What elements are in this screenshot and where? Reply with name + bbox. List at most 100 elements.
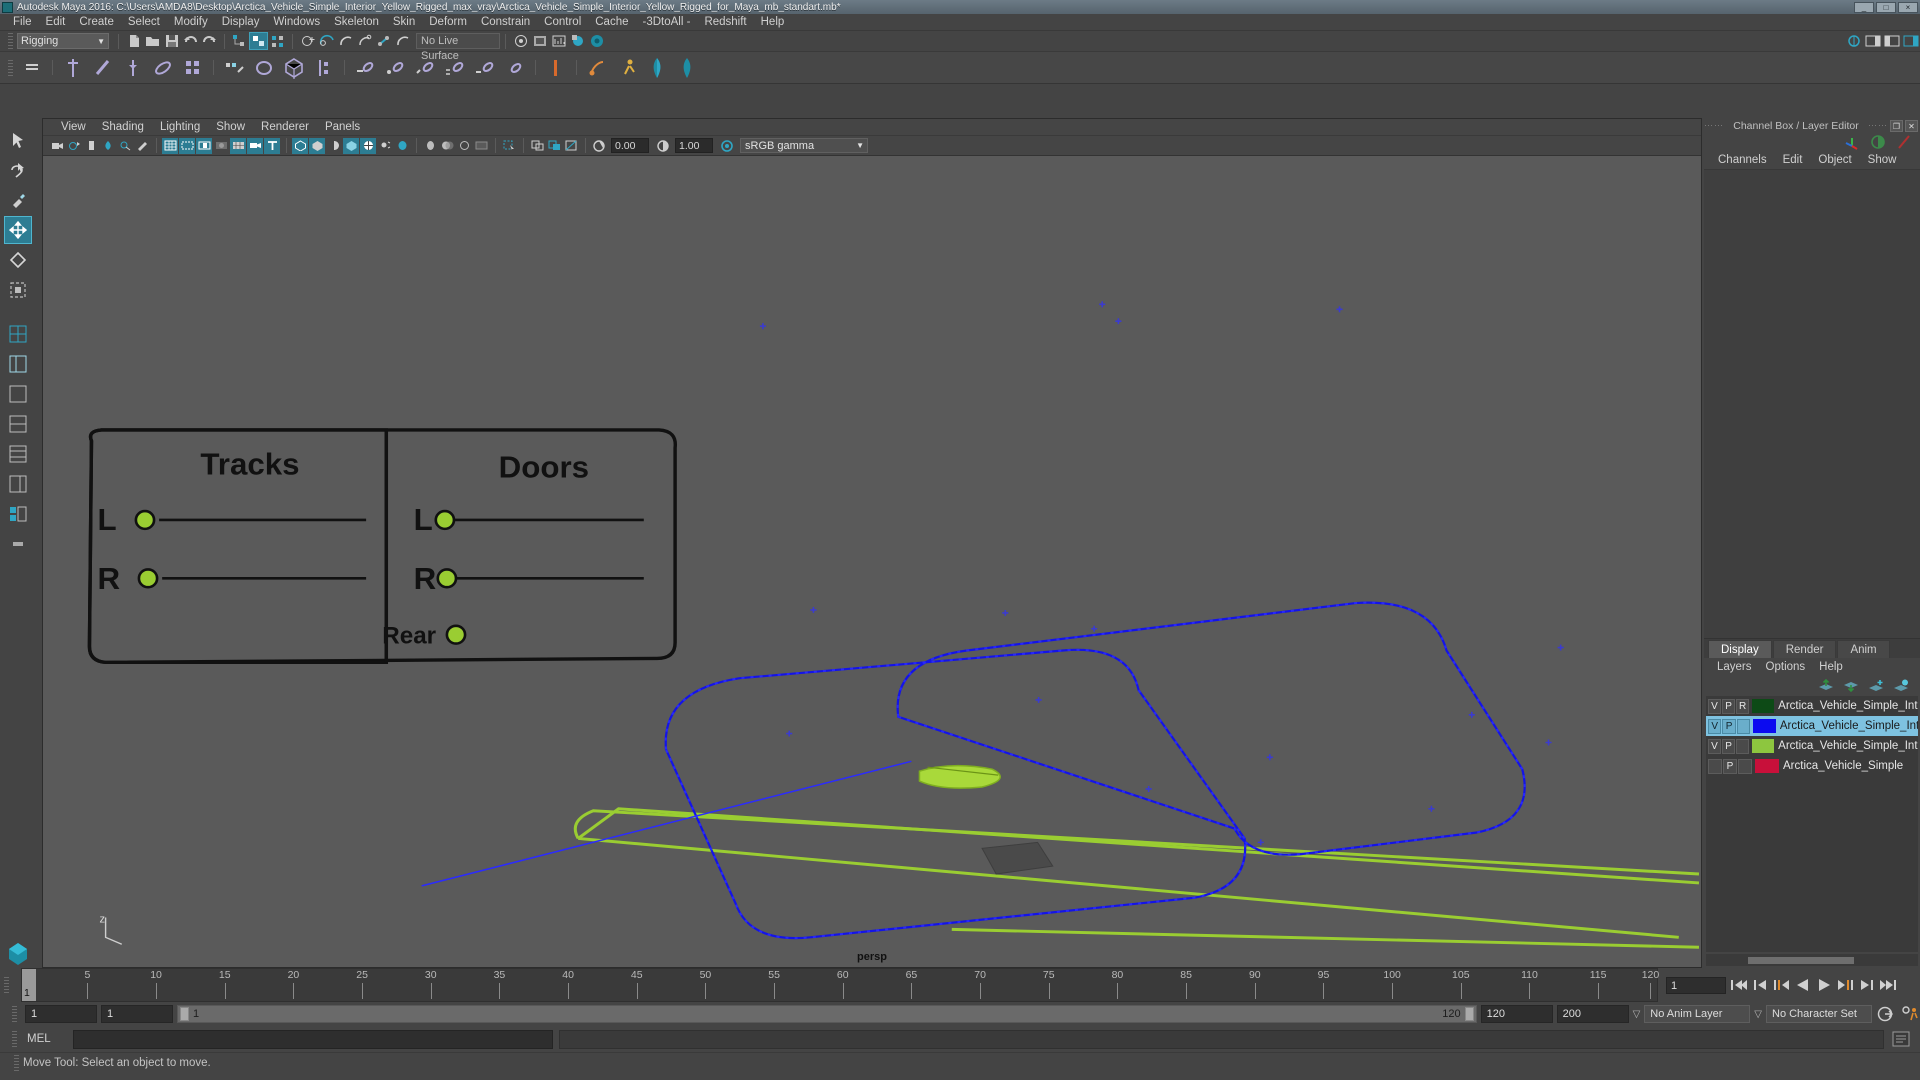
menu-select[interactable]: Select	[121, 14, 167, 31]
layer-color-swatch[interactable]	[1752, 699, 1775, 713]
table-row[interactable]: V P R Arctica_Vehicle_Simple_Interi	[1706, 696, 1918, 716]
table-row[interactable]: P Arctica_Vehicle_Simple	[1706, 756, 1918, 776]
snap-to-point-icon[interactable]	[336, 32, 355, 50]
channel-menu-channels[interactable]: Channels	[1710, 154, 1775, 166]
blend-shape-icon[interactable]	[249, 54, 279, 82]
current-frame-field[interactable]: 1	[1666, 976, 1726, 994]
red-slash-icon[interactable]	[1896, 134, 1912, 150]
more-layouts-button[interactable]	[4, 530, 32, 558]
exposure-field[interactable]: 0.00	[611, 138, 649, 153]
four-view-layout-button[interactable]	[4, 320, 32, 348]
layer-color-swatch[interactable]	[1755, 759, 1779, 773]
new-layer-from-selection-icon[interactable]	[1893, 679, 1910, 693]
layer-display-type-toggle[interactable]	[1738, 758, 1752, 774]
maya-muscle-alt-icon[interactable]	[672, 54, 702, 82]
play-forwards-icon[interactable]	[1816, 978, 1832, 992]
menu-cache[interactable]: Cache	[588, 14, 635, 31]
layer-visibility-toggle[interactable]: V	[1708, 718, 1722, 734]
range-start-handle[interactable]	[180, 1007, 189, 1021]
hypershade-layout-button[interactable]	[4, 440, 32, 468]
textured-icon[interactable]	[360, 137, 376, 154]
layer-visibility-toggle[interactable]: V	[1708, 698, 1722, 714]
menu-create[interactable]: Create	[72, 14, 121, 31]
layer-playback-toggle[interactable]: P	[1722, 718, 1736, 734]
anim-layer-dropdown[interactable]: No Anim Layer	[1644, 1005, 1751, 1023]
layer-menu-help[interactable]: Help	[1812, 661, 1850, 673]
menu-skin[interactable]: Skin	[386, 14, 422, 31]
single-persp-layout-button[interactable]	[4, 380, 32, 408]
scale-tool[interactable]	[4, 276, 32, 304]
bookmark-icon[interactable]	[83, 138, 99, 154]
text-overlay-icon[interactable]	[264, 137, 280, 154]
render-sphere-icon[interactable]	[587, 32, 606, 50]
screen-space-ao-icon[interactable]	[422, 138, 438, 154]
gamma-field[interactable]: 1.00	[675, 138, 713, 153]
snap-to-grid-icon[interactable]	[298, 32, 317, 50]
layer-visibility-toggle[interactable]	[1708, 758, 1722, 774]
layer-color-swatch[interactable]	[1753, 719, 1776, 733]
wireframe-shading-icon[interactable]	[292, 137, 308, 154]
layer-playback-toggle[interactable]: P	[1722, 738, 1736, 754]
scrollbar-thumb[interactable]	[1748, 956, 1855, 964]
next-key-icon[interactable]	[1837, 978, 1854, 992]
close-button[interactable]: ×	[1898, 1, 1918, 13]
command-input-field[interactable]	[73, 1029, 553, 1049]
move-layer-up-icon[interactable]	[1818, 679, 1835, 693]
table-row[interactable]: V P Arctica_Vehicle_Simple_Inte	[1706, 716, 1918, 736]
menu-skeleton[interactable]: Skeleton	[327, 14, 386, 31]
playback-end-time-field[interactable]: 120	[1480, 1005, 1553, 1023]
mirror-joint-icon[interactable]	[118, 54, 148, 82]
shelf-grip[interactable]	[8, 59, 13, 76]
layer-visibility-toggle[interactable]: V	[1708, 738, 1722, 754]
viewport-menu-lighting[interactable]: Lighting	[152, 119, 208, 136]
viewport-3d-canvas[interactable]: Tracks Doors L R L R Rear z persp	[43, 156, 1701, 967]
layer-menu-options[interactable]: Options	[1759, 661, 1813, 673]
two-d-pan-zoom-icon[interactable]	[117, 138, 133, 154]
animation-start-time-field[interactable]: 1	[25, 1005, 97, 1023]
resolution-gate-icon[interactable]	[196, 137, 212, 154]
create-joint-icon[interactable]	[58, 54, 88, 82]
xray-joints-icon[interactable]	[546, 138, 562, 154]
gamma-icon[interactable]	[655, 138, 671, 154]
exposure-grid-icon[interactable]	[230, 137, 246, 154]
panel-grip-dots[interactable]: ⋯⋯	[1704, 120, 1724, 131]
new-scene-icon[interactable]	[124, 32, 143, 50]
menu-edit[interactable]: Edit	[39, 14, 73, 31]
menu-help[interactable]: Help	[754, 14, 792, 31]
select-camera-icon[interactable]	[49, 138, 65, 154]
show-hide-tool-settings-icon[interactable]	[1882, 32, 1901, 50]
lasso-tool[interactable]	[4, 156, 32, 184]
show-hide-modeling-toolkit-icon[interactable]	[1844, 32, 1863, 50]
viewport-menu-shading[interactable]: Shading	[94, 119, 152, 136]
aim-constraint-icon[interactable]	[470, 54, 500, 82]
paint-select-tool[interactable]	[4, 186, 32, 214]
time-slider[interactable]: 1 5 10 15 20 25 30 35 40 45 50 55 60 65 …	[21, 968, 1659, 1002]
save-scene-icon[interactable]	[162, 32, 181, 50]
undo-icon[interactable]	[181, 32, 200, 50]
smooth-shade-all-icon[interactable]	[309, 137, 325, 154]
show-hide-attribute-editor-icon[interactable]	[1863, 32, 1882, 50]
tab-display[interactable]: Display	[1708, 640, 1772, 658]
point-constraint-icon[interactable]	[380, 54, 410, 82]
menu-set-selector[interactable]: Rigging ▼	[17, 33, 109, 49]
ipr-render-icon[interactable]	[530, 32, 549, 50]
xray-icon[interactable]	[529, 138, 545, 154]
cluster-icon[interactable]	[309, 54, 339, 82]
snap-to-view-plane-icon[interactable]	[374, 32, 393, 50]
channel-menu-show[interactable]: Show	[1860, 154, 1905, 166]
orient-constraint-icon[interactable]	[410, 54, 440, 82]
half-circle-icon[interactable]	[1870, 134, 1886, 150]
color-management-icon[interactable]	[719, 138, 735, 154]
isolate-select-icon[interactable]	[501, 138, 517, 154]
range-slider-grip[interactable]	[12, 1006, 17, 1022]
motion-blur-icon[interactable]	[439, 138, 455, 154]
show-hide-channel-box-icon[interactable]	[1901, 32, 1920, 50]
panel-undock-button[interactable]: ❐	[1890, 119, 1903, 132]
lattice-icon[interactable]	[279, 54, 309, 82]
menu-control[interactable]: Control	[537, 14, 588, 31]
render-view-icon[interactable]	[511, 32, 530, 50]
menu-constrain[interactable]: Constrain	[474, 14, 537, 31]
select-by-component-icon[interactable]	[268, 32, 287, 50]
redo-icon[interactable]	[200, 32, 219, 50]
character-set-dropdown[interactable]: No Character Set	[1766, 1005, 1872, 1023]
